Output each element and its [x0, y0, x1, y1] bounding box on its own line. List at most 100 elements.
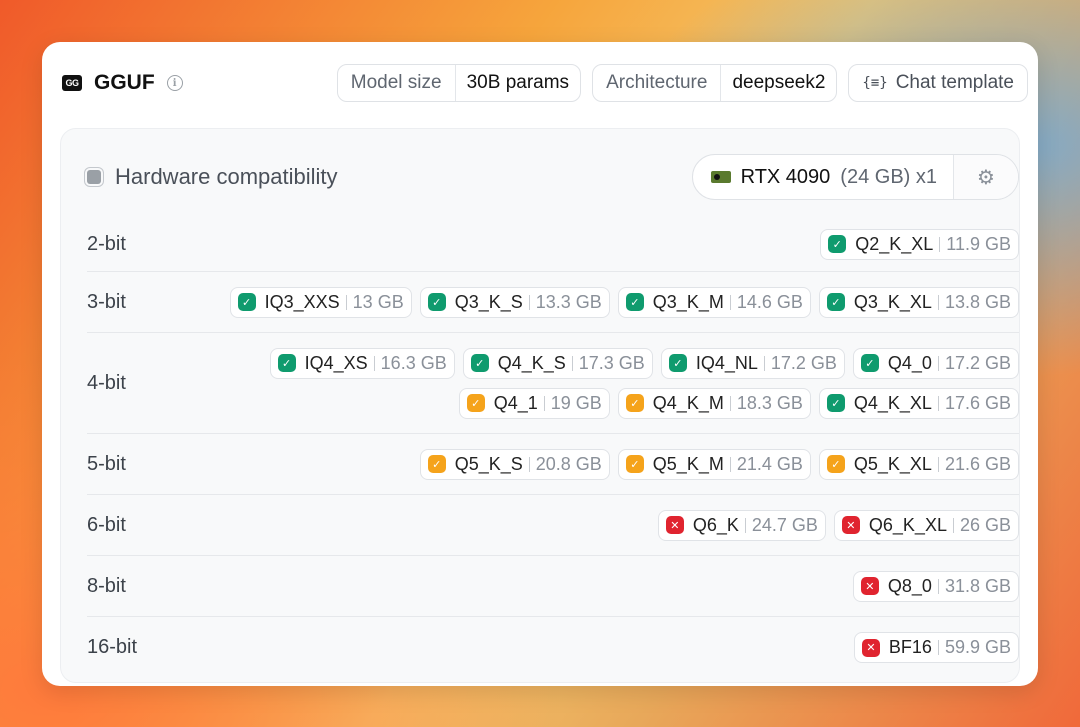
gpu-button[interactable]: RTX 4090 (24 GB) x1 [693, 155, 954, 199]
quant-chip[interactable]: ✓ Q3_K_M 14.6 GB [617, 286, 811, 318]
bit-row: 4-bit ✓ IQ4_XS 16.3 GB ✓ Q4_K_S 17.3 GB ✓ IQ4_NL… [87, 333, 1019, 434]
divider [937, 578, 939, 594]
check-badge-icon: ✓ [668, 354, 687, 372]
chat-template-label: Chat template [895, 72, 1014, 93]
template-icon: {≡} [862, 75, 888, 91]
quant-size: 21.6 GB [944, 453, 1011, 474]
architecture-label: Architecture [593, 65, 722, 101]
divider [744, 517, 746, 533]
quant-name: Q4_0 [887, 352, 932, 373]
gear-icon[interactable]: ⚙ [954, 155, 1018, 199]
quant-list: ✕ BF16 59.9 GB [207, 632, 1019, 663]
divider [937, 355, 939, 371]
check-badge-icon: ✓ [237, 293, 256, 311]
divider [939, 236, 941, 252]
check-badge-icon: ✓ [470, 354, 489, 372]
quant-size: 21.4 GB [736, 453, 803, 474]
quant-list: ✓ IQ3_XXS 13 GB ✓ Q3_K_S 13.3 GB ✓ Q3_K_M 14.6 G… [207, 286, 1019, 318]
quant-size: 26 GB [959, 514, 1011, 535]
quant-chip[interactable]: ✓ Q3_K_XL 13.8 GB [818, 286, 1019, 318]
quant-chip[interactable]: ✕ BF16 59.9 GB [853, 632, 1019, 663]
quant-chip[interactable]: ✓ Q4_1 19 GB [458, 387, 610, 419]
quant-name: Q6_K [692, 514, 739, 535]
quant-name: IQ3_XXS [264, 291, 340, 312]
divider [937, 294, 939, 310]
architecture-tag: Architecture deepseek2 [592, 64, 838, 102]
quant-chip[interactable]: ✓ IQ4_XS 16.3 GB [269, 347, 455, 379]
divider [345, 294, 347, 310]
quant-size: 11.9 GB [946, 233, 1011, 254]
divider [729, 456, 731, 472]
info-icon[interactable]: i [166, 75, 183, 91]
quant-name: BF16 [888, 637, 932, 657]
quant-name: Q4_1 [493, 392, 538, 413]
quant-size: 17.2 GB [770, 352, 837, 373]
quant-chip[interactable]: ✓ Q4_0 17.2 GB [852, 347, 1019, 379]
quant-chip[interactable]: ✓ Q4_K_XL 17.6 GB [818, 387, 1019, 419]
model-size-value: 30B params [466, 72, 570, 93]
hardware-title: Hardware compatibility [115, 164, 338, 189]
quant-name: Q4_K_XL [853, 392, 932, 413]
quant-size: 17.2 GB [944, 352, 1011, 373]
quant-size: 19 GB [550, 392, 602, 413]
quant-size: 13.8 GB [944, 291, 1011, 312]
bit-row: 3-bit ✓ IQ3_XXS 13 GB ✓ Q3_K_S 13.3 GB ✓ Q3_K_M 1… [87, 272, 1019, 333]
check-badge-warning-icon: ✓ [625, 455, 644, 473]
model-size-label: Model size [338, 65, 456, 101]
quant-list: ✓ IQ4_XS 16.3 GB ✓ Q4_K_S 17.3 GB ✓ IQ4_NL 17.2 … [207, 347, 1019, 419]
quant-chip[interactable]: ✓ Q4_K_S 17.3 GB [462, 347, 653, 379]
bit-label: 6-bit [87, 513, 126, 536]
quant-chip[interactable]: ✓ Q2_K_XL 11.9 GB [820, 228, 1019, 260]
divider [571, 355, 573, 371]
quant-size: 20.8 GB [535, 453, 602, 474]
quant-size: 14.6 GB [736, 291, 803, 312]
quant-chip[interactable]: ✓ IQ3_XXS 13 GB [229, 286, 412, 318]
x-badge-icon: ✕ [665, 516, 684, 534]
quant-name: Q4_K_S [497, 352, 566, 373]
bit-row: 2-bit ✓ Q2_K_XL 11.9 GB [87, 217, 1019, 272]
quant-chip[interactable]: ✕ Q8_0 31.8 GB [852, 570, 1019, 602]
check-badge-icon: ✓ [625, 293, 644, 311]
bit-label: 3-bit [87, 290, 126, 313]
bit-row: 8-bit ✕ Q8_0 31.8 GB [87, 556, 1019, 617]
quant-rows: 2-bit ✓ Q2_K_XL 11.9 GB 3-bit ✓ IQ3_XXS 13 GB ✓ Q… [87, 217, 1019, 678]
bit-label: 2-bit [87, 232, 126, 255]
quant-size: 16.3 GB [380, 352, 447, 373]
quant-list: ✕ Q8_0 31.8 GB [207, 570, 1019, 602]
check-badge-icon: ✓ [828, 235, 847, 253]
quant-chip[interactable]: ✓ Q4_K_M 18.3 GB [617, 387, 811, 419]
quant-chip[interactable]: ✕ Q6_K 24.7 GB [657, 509, 826, 541]
quant-chip[interactable]: ✓ Q3_K_S 13.3 GB [419, 286, 610, 318]
quant-chip[interactable]: ✕ Q6_K_XL 26 GB [833, 509, 1019, 541]
model-size-tag: Model size 30B params [336, 64, 582, 102]
x-badge-icon: ✕ [861, 638, 880, 657]
quant-name: Q5_K_S [454, 453, 523, 474]
divider [937, 395, 939, 411]
quant-chip[interactable]: ✓ Q5_K_S 20.8 GB [419, 448, 610, 480]
chat-template-button[interactable]: {≡} Chat template [848, 64, 1028, 102]
gguf-title: GGUF [94, 71, 155, 94]
hardware-panel: Hardware compatibility RTX 4090 (24 GB) … [60, 128, 1020, 683]
quant-size: 31.8 GB [944, 575, 1011, 596]
quant-size: 17.3 GB [578, 352, 645, 373]
bit-label: 4-bit [87, 371, 126, 394]
quant-name: Q5_K_M [652, 453, 724, 474]
quant-list: ✕ Q6_K 24.7 GB ✕ Q6_K_XL 26 GB [207, 509, 1019, 541]
quant-size: 59.9 GB [944, 637, 1011, 657]
quant-chip[interactable]: ✓ Q5_K_XL 21.6 GB [818, 448, 1019, 480]
check-badge-icon: ✓ [427, 293, 446, 311]
quant-name: Q4_K_M [652, 392, 724, 413]
chip-icon [87, 170, 101, 184]
quant-size: 18.3 GB [736, 392, 803, 413]
quant-name: Q8_0 [887, 575, 932, 596]
bit-label: 16-bit [87, 636, 138, 658]
quant-chip[interactable]: ✓ Q5_K_M 21.4 GB [617, 448, 811, 480]
divider [937, 640, 939, 655]
gpu-memory: (24 GB) x1 [840, 165, 937, 188]
quant-size: 17.6 GB [944, 392, 1011, 413]
quant-size: 13 GB [352, 291, 404, 312]
check-badge-icon: ✓ [277, 354, 296, 372]
quant-chip[interactable]: ✓ IQ4_NL 17.2 GB [660, 347, 845, 379]
card-header: GG GGUF i Model size 30B params Architec… [62, 64, 1028, 102]
quant-name: IQ4_XS [304, 352, 368, 373]
